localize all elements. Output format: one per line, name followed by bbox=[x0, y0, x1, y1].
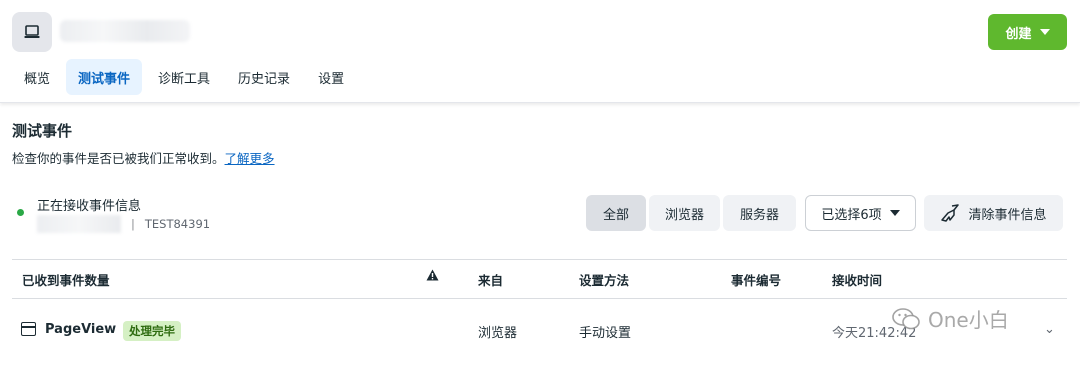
page-title: 测试事件 bbox=[12, 122, 73, 140]
column-header-count[interactable]: 已收到事件数量 bbox=[22, 270, 110, 289]
description-text: 检查你的事件是否已被我们正常收到。 bbox=[12, 151, 225, 166]
column-header-method[interactable]: 设置方法 bbox=[579, 270, 629, 289]
tab-history[interactable]: 历史记录 bbox=[226, 59, 302, 95]
table-divider bbox=[12, 259, 1067, 260]
top-header: 创建 概览 测试事件 诊断工具 历史记录 设置 bbox=[0, 0, 1080, 103]
clear-events-button[interactable]: 清除事件信息 bbox=[924, 195, 1063, 231]
event-name: PageView bbox=[45, 322, 117, 337]
learn-more-link[interactable]: 了解更多 bbox=[225, 151, 275, 166]
caret-down-icon bbox=[889, 210, 900, 216]
broom-icon bbox=[941, 204, 960, 222]
page-description: 检查你的事件是否已被我们正常收到。了解更多 bbox=[12, 148, 275, 167]
table-divider bbox=[12, 298, 1067, 299]
filter-browser-button[interactable]: 浏览器 bbox=[649, 195, 720, 231]
chevron-down-icon[interactable]: ⌄ bbox=[1044, 322, 1055, 337]
tab-settings[interactable]: 设置 bbox=[306, 59, 356, 95]
separator: | bbox=[131, 217, 135, 231]
event-method: 手动设置 bbox=[579, 326, 632, 341]
event-select-label: 已选择6项 bbox=[821, 207, 882, 223]
watermark-text: One小白 bbox=[928, 308, 1009, 332]
tab-bar: 概览 测试事件 诊断工具 历史记录 设置 bbox=[12, 59, 356, 95]
caret-down-icon bbox=[1039, 29, 1050, 35]
create-button-label: 创建 bbox=[1005, 25, 1032, 41]
page-icon bbox=[21, 322, 36, 336]
status-badge: 处理完毕 bbox=[123, 321, 181, 341]
status-indicator bbox=[17, 209, 24, 216]
filter-all-button[interactable]: 全部 bbox=[586, 195, 646, 231]
column-header-time[interactable]: 接收时间 bbox=[832, 270, 882, 289]
warning-icon[interactable] bbox=[426, 269, 439, 284]
app-name-redacted bbox=[60, 20, 190, 42]
filter-server-button[interactable]: 服务器 bbox=[723, 195, 796, 231]
column-header-from[interactable]: 来自 bbox=[478, 270, 503, 289]
laptop-icon[interactable] bbox=[12, 12, 52, 52]
wechat-icon bbox=[892, 307, 920, 329]
watermark: One小白 bbox=[892, 304, 1009, 333]
status-title: 正在接收事件信息 bbox=[37, 199, 142, 214]
event-select-dropdown[interactable]: 已选择6项 bbox=[805, 195, 916, 231]
tab-diagnostics[interactable]: 诊断工具 bbox=[146, 59, 222, 95]
event-source: 浏览器 bbox=[478, 326, 518, 341]
create-button[interactable]: 创建 bbox=[988, 14, 1067, 50]
status-subtitle: | TEST84391 bbox=[37, 215, 210, 233]
tab-test-events[interactable]: 测试事件 bbox=[66, 59, 143, 95]
clear-events-label: 清除事件信息 bbox=[968, 207, 1047, 223]
test-code: TEST84391 bbox=[144, 217, 211, 231]
column-header-event-id[interactable]: 事件编号 bbox=[731, 270, 781, 289]
tab-overview[interactable]: 概览 bbox=[12, 59, 62, 95]
pixel-id-redacted bbox=[37, 215, 121, 233]
